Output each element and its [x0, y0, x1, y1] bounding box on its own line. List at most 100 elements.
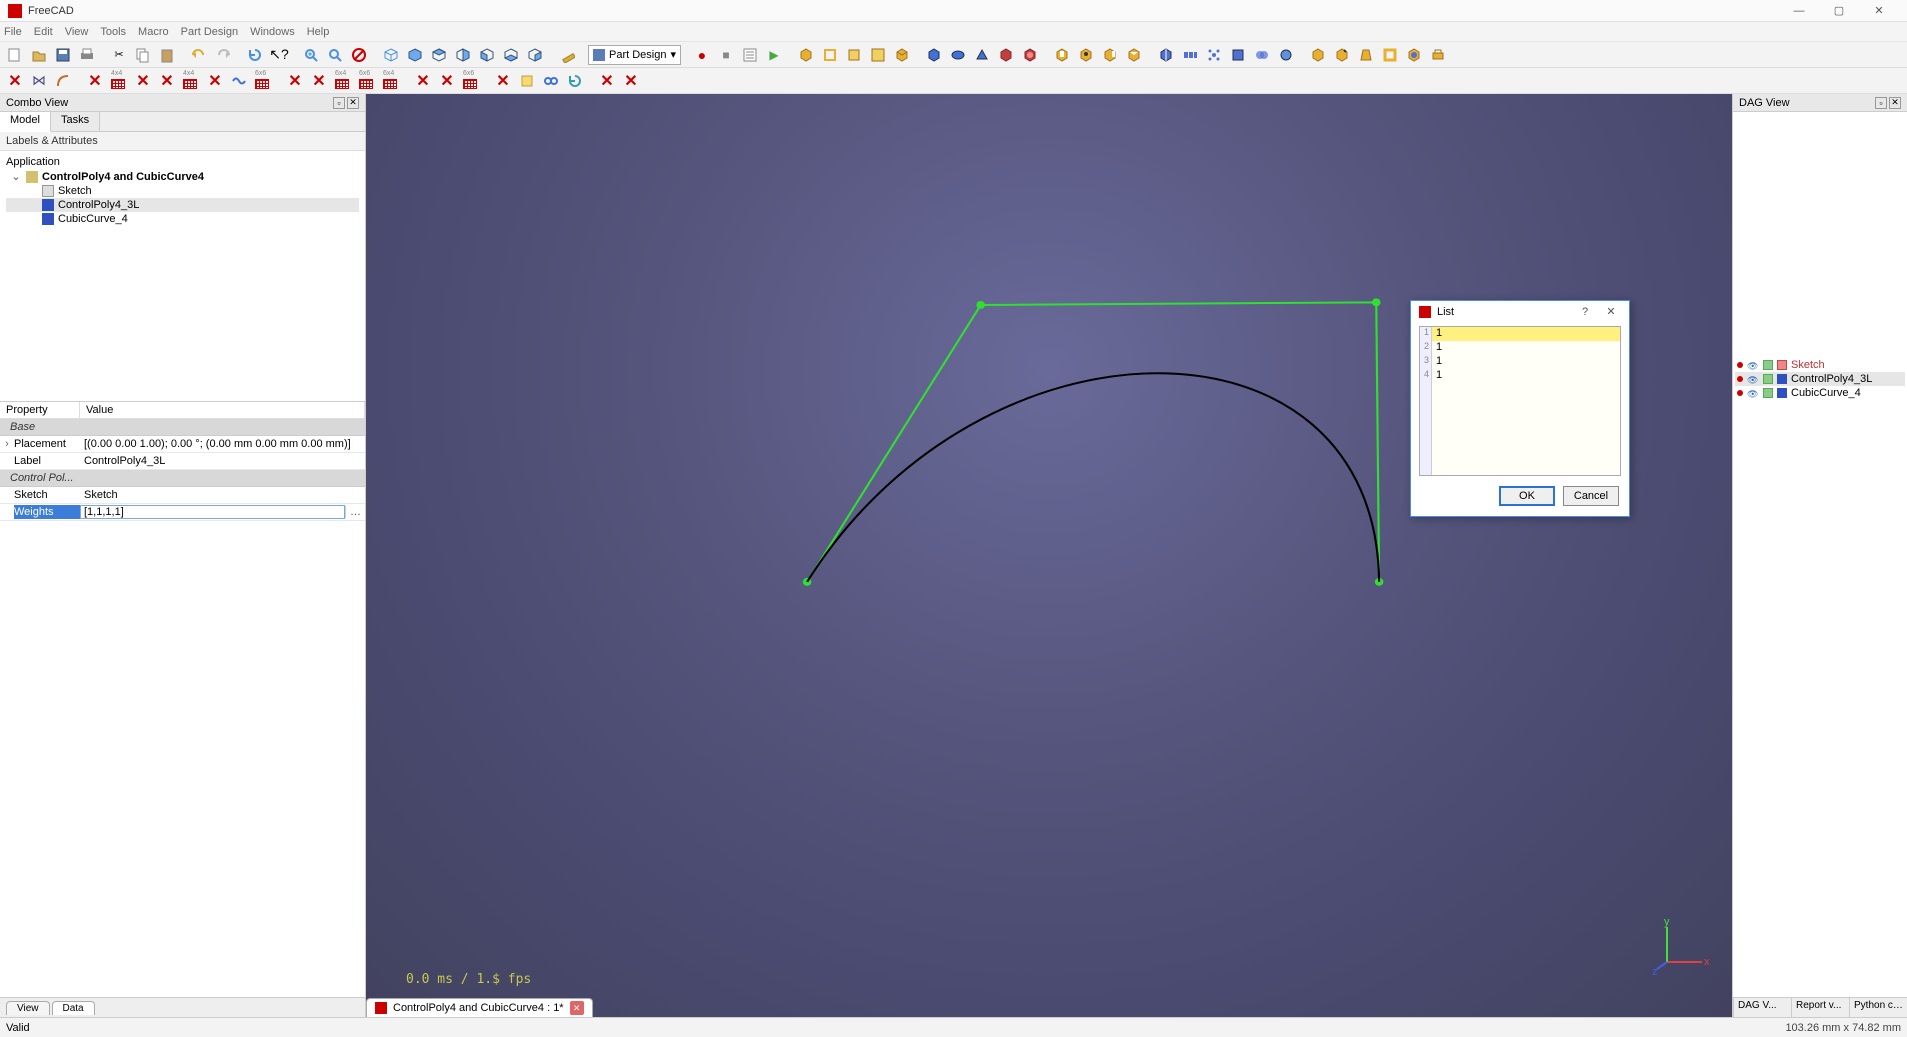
dag-panel-close-button[interactable]: ✕	[1889, 97, 1901, 109]
grid-6x6-3-button[interactable]: 6x6	[460, 70, 482, 92]
top-view-button[interactable]	[428, 44, 450, 66]
close-10-button[interactable]: ✕	[492, 70, 514, 92]
pd-chamfer-button[interactable]	[1331, 44, 1353, 66]
pd-loft-button[interactable]	[971, 44, 993, 66]
visibility-icon[interactable]	[1747, 360, 1759, 370]
pd-additive-helix-button[interactable]	[1019, 44, 1041, 66]
pd-mirror-button[interactable]	[1155, 44, 1177, 66]
arc-button[interactable]	[52, 70, 74, 92]
panel-undock-button[interactable]: ▫	[333, 97, 345, 109]
patch-button[interactable]	[516, 70, 538, 92]
pd-shape-button[interactable]	[891, 44, 913, 66]
link-button[interactable]	[540, 70, 562, 92]
grid-4x4-1-button[interactable]: 4x4	[108, 70, 130, 92]
close-12-button[interactable]: ✕	[620, 70, 642, 92]
list-item[interactable]: 1	[1432, 355, 1620, 369]
viewport-tab[interactable]: ControlPoly4 and CubicCurve4 : 1* ✕	[366, 998, 593, 1017]
tree-application-row[interactable]: Application	[6, 155, 359, 169]
dialog-help-button[interactable]: ?	[1575, 306, 1595, 318]
dag-item-cubiccurve[interactable]: CubicCurve_4	[1735, 386, 1905, 400]
macro-list-button[interactable]	[739, 44, 761, 66]
macro-stop-button[interactable]: ■	[715, 44, 737, 66]
prop-weights[interactable]: Weights [1,1,1,1] …	[0, 504, 365, 521]
close-4-button[interactable]: ✕	[156, 70, 178, 92]
doc-tab-close-button[interactable]: ✕	[570, 1001, 584, 1015]
menu-edit[interactable]: Edit	[34, 26, 53, 38]
close-9-button[interactable]: ✕	[436, 70, 458, 92]
close-1-button[interactable]: ✕	[4, 70, 26, 92]
pd-involute-button[interactable]	[1403, 44, 1425, 66]
tree-item-cubiccurve[interactable]: CubicCurve_4	[6, 212, 359, 226]
front-view-button[interactable]	[404, 44, 426, 66]
list-item[interactable]: 1	[1432, 327, 1620, 341]
pd-hole-button[interactable]	[1075, 44, 1097, 66]
pd-pocket-button[interactable]	[1051, 44, 1073, 66]
paste-button[interactable]	[156, 44, 178, 66]
menu-help[interactable]: Help	[307, 26, 330, 38]
grid-4x4-2-button[interactable]: 4x4	[180, 70, 202, 92]
pd-sketch-button[interactable]	[819, 44, 841, 66]
dag-panel-undock-button[interactable]: ▫	[1875, 97, 1887, 109]
pd-polar-pattern-button[interactable]	[1203, 44, 1225, 66]
pd-linear-pattern-button[interactable]	[1179, 44, 1201, 66]
pd-wizard-button[interactable]	[1427, 44, 1449, 66]
visibility-icon[interactable]	[1747, 388, 1759, 398]
list-item[interactable]: 1	[1432, 369, 1620, 383]
dialog-ok-button[interactable]: OK	[1499, 486, 1555, 506]
close-8-button[interactable]: ✕	[412, 70, 434, 92]
macro-play-button[interactable]: ▶	[763, 44, 785, 66]
panel-close-button[interactable]: ✕	[347, 97, 359, 109]
close-2-button[interactable]: ✕	[84, 70, 106, 92]
prop-placement[interactable]: › Placement [(0.00 0.00 1.00); 0.00 °; (…	[0, 436, 365, 453]
model-tree[interactable]: Application ⌄ ControlPoly4 and CubicCurv…	[0, 151, 365, 401]
macro-record-button[interactable]: ●	[691, 44, 713, 66]
grid-6x6-2-button[interactable]: 6x6	[356, 70, 378, 92]
pd-map-sketch-button[interactable]	[867, 44, 889, 66]
cut-button[interactable]: ✂	[108, 44, 130, 66]
grid-6x6-1-button[interactable]: 6x6	[252, 70, 274, 92]
close-5-button[interactable]: ✕	[204, 70, 226, 92]
zoom-in-button[interactable]	[300, 44, 322, 66]
pd-sub-loft-button[interactable]	[1123, 44, 1145, 66]
dialog-close-button[interactable]: ✕	[1601, 305, 1621, 318]
tab-tasks[interactable]: Tasks	[51, 112, 100, 131]
close-11-button[interactable]: ✕	[596, 70, 618, 92]
dialog-cancel-button[interactable]: Cancel	[1563, 486, 1619, 506]
tab-dagview[interactable]: DAG V...	[1733, 998, 1791, 1017]
grid-6x4-1-button[interactable]: 6x4	[332, 70, 354, 92]
prop-sketch[interactable]: Sketch Sketch	[0, 487, 365, 504]
menu-windows[interactable]: Windows	[250, 26, 295, 38]
close-3-button[interactable]: ✕	[132, 70, 154, 92]
tab-pythonconsole[interactable]: Python con...	[1849, 998, 1907, 1017]
wave-button[interactable]	[228, 70, 250, 92]
tree-item-sketch[interactable]: Sketch	[6, 184, 359, 198]
prop-group-base[interactable]: Base	[0, 419, 365, 436]
prop-group-controlpol[interactable]: Control Pol...	[0, 470, 365, 487]
menu-partdesign[interactable]: Part Design	[181, 26, 238, 38]
close-6-button[interactable]: ✕	[284, 70, 306, 92]
menu-macro[interactable]: Macro	[138, 26, 169, 38]
open-button[interactable]	[28, 44, 50, 66]
pd-fillet-button[interactable]	[1307, 44, 1329, 66]
workbench-selector[interactable]: Part Design ▾	[588, 45, 681, 65]
dialog-listbox[interactable]: 1 2 3 4 1 1 1 1	[1419, 326, 1621, 476]
pd-sweep-button[interactable]	[995, 44, 1017, 66]
iso-view-button[interactable]	[380, 44, 402, 66]
menu-tools[interactable]: Tools	[100, 26, 126, 38]
tab-reportview[interactable]: Report v...	[1791, 998, 1849, 1017]
tab-model[interactable]: Model	[0, 112, 51, 132]
reload-button[interactable]	[564, 70, 586, 92]
pd-thickness-button[interactable]	[1379, 44, 1401, 66]
right-view-button[interactable]	[452, 44, 474, 66]
prop-edit-list-button[interactable]: …	[345, 506, 365, 518]
dag-body[interactable]: Sketch ControlPoly4_3L CubicCurve_4	[1733, 112, 1907, 997]
prop-tab-view[interactable]: View	[6, 1001, 50, 1015]
undo-button[interactable]	[188, 44, 210, 66]
pd-pad-button[interactable]	[923, 44, 945, 66]
zoom-out-button[interactable]	[324, 44, 346, 66]
3d-viewport[interactable]: 0.0 ms / 1.$ fps x y z ControlPoly4 and …	[366, 94, 1732, 1017]
dag-item-controlpoly[interactable]: ControlPoly4_3L	[1735, 372, 1905, 386]
window-close-button[interactable]: ✕	[1859, 4, 1899, 17]
left-view-button[interactable]	[524, 44, 546, 66]
pd-groove-button[interactable]	[1099, 44, 1121, 66]
